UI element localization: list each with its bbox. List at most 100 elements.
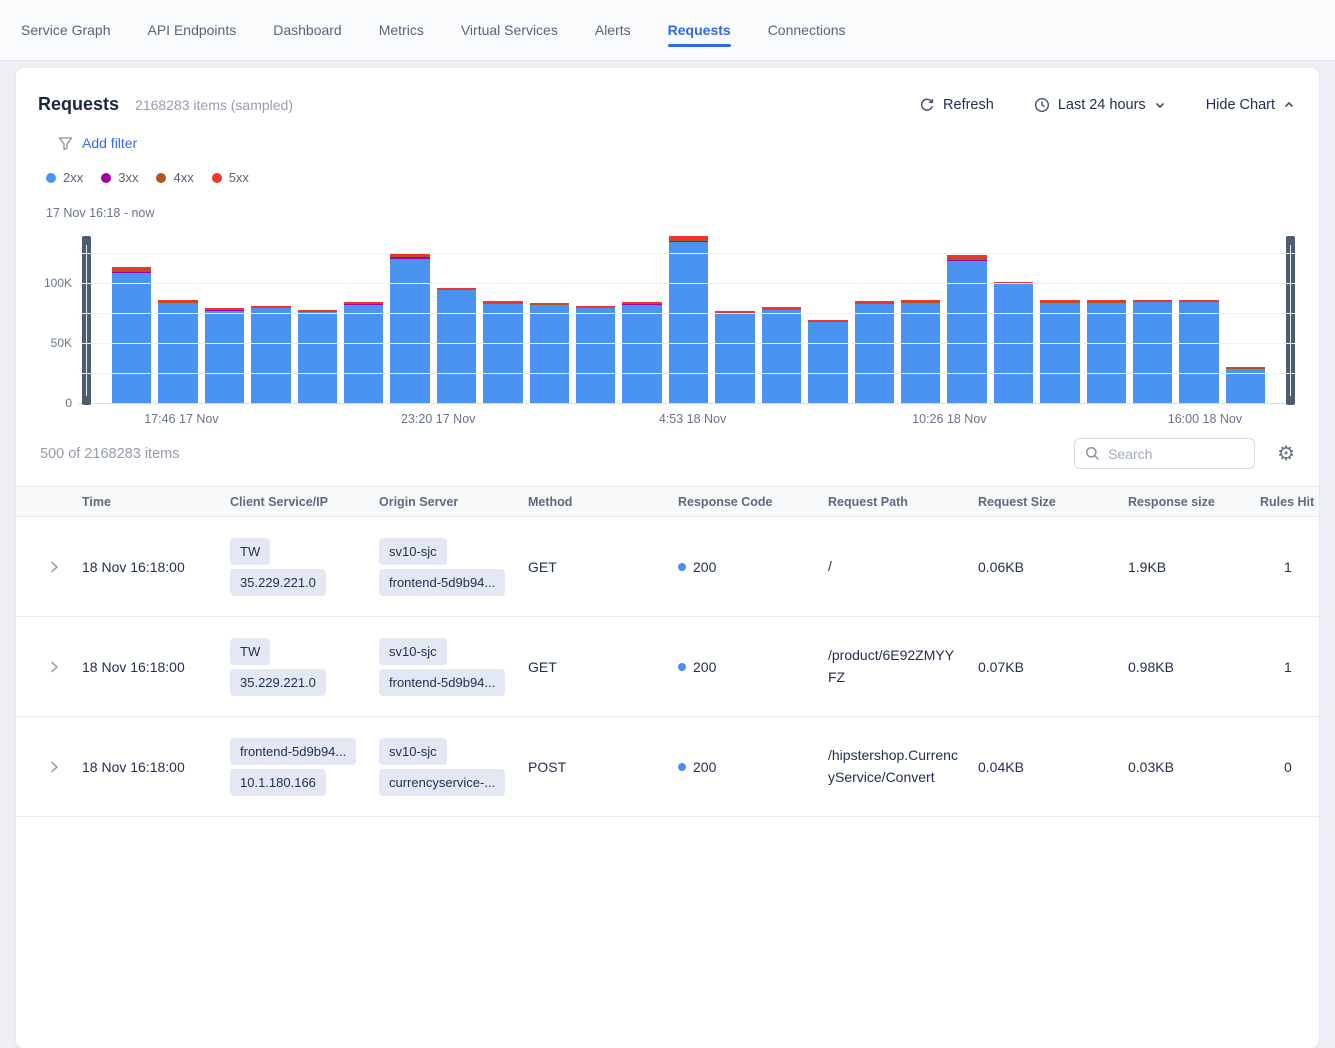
column-header-client-service-ip: Client Service/IP xyxy=(230,495,379,509)
column-header-response-code: Response Code xyxy=(678,495,828,509)
status-2xx-dot xyxy=(678,763,686,771)
chart-bar[interactable] xyxy=(483,236,522,403)
cell-request-size: 0.07KB xyxy=(978,659,1128,675)
cell-client-service-ip: TW35.229.221.0 xyxy=(230,622,379,712)
row-expander[interactable] xyxy=(16,660,82,674)
tab-service-graph[interactable]: Service Graph xyxy=(21,0,110,60)
chart-bar[interactable] xyxy=(298,236,337,403)
items-sampled-label: 2168283 items (sampled) xyxy=(135,97,293,113)
refresh-icon xyxy=(919,97,935,113)
chevron-down-icon xyxy=(1154,99,1166,111)
search-icon xyxy=(1085,446,1100,461)
chart-bar[interactable] xyxy=(437,236,476,403)
table-row[interactable]: 18 Nov 16:18:00TW35.229.221.0sv10-sjcfro… xyxy=(16,617,1319,717)
cell-rules: 1 xyxy=(1260,659,1319,675)
column-header-origin-server: Origin Server xyxy=(379,495,528,509)
refresh-button[interactable]: Refresh xyxy=(919,97,994,113)
bar-segment-2xx xyxy=(1087,303,1126,403)
chevron-right-icon xyxy=(48,760,60,774)
gridline xyxy=(78,373,1295,374)
row-expander[interactable] xyxy=(16,560,82,574)
cell-origin-server: sv10-sjc currencyservice-... xyxy=(379,722,528,812)
client-chip: 35.229.221.0 xyxy=(230,569,326,596)
origin-chip: sv10-sjc xyxy=(379,738,447,765)
chart-bar[interactable] xyxy=(158,236,197,403)
bar-segment-2xx xyxy=(298,312,337,403)
bar-segment-2xx xyxy=(901,303,940,403)
bar-segment-2xx xyxy=(808,322,847,403)
tab-requests[interactable]: Requests xyxy=(668,0,731,60)
cell-response-code: 200 xyxy=(678,559,828,575)
chart-bar[interactable] xyxy=(762,236,801,403)
cell-client-service-ip: frontend-5d9b94...10.1.180.166 xyxy=(230,722,379,812)
tab-connections[interactable]: Connections xyxy=(768,0,846,60)
chart-bar[interactable] xyxy=(576,236,615,403)
chart-bar[interactable] xyxy=(1226,236,1265,403)
cell-response-size: 0.98KB xyxy=(1128,659,1260,675)
chart-bar[interactable] xyxy=(251,236,290,403)
row-expander[interactable] xyxy=(16,760,82,774)
tab-alerts[interactable]: Alerts xyxy=(595,0,631,60)
bar-segment-2xx xyxy=(1226,369,1265,403)
chart-bar[interactable] xyxy=(669,236,708,403)
chart-bar[interactable] xyxy=(1179,236,1218,403)
origin-chip: frontend-5d9b94... xyxy=(379,669,505,696)
legend-item-3xx[interactable]: 3xx xyxy=(101,170,138,185)
table-settings-gear-icon[interactable]: ⚙ xyxy=(1277,444,1295,464)
bar-segment-2xx xyxy=(530,305,569,403)
status-2xx-dot xyxy=(678,563,686,571)
bar-series xyxy=(112,236,1265,403)
chart-bar[interactable] xyxy=(1040,236,1079,403)
tab-metrics[interactable]: Metrics xyxy=(379,0,424,60)
search-box[interactable] xyxy=(1074,438,1255,469)
chart-bar[interactable] xyxy=(112,236,151,403)
chart-bar[interactable] xyxy=(855,236,894,403)
search-input[interactable] xyxy=(1108,446,1244,462)
chart-bar[interactable] xyxy=(1087,236,1126,403)
gridline xyxy=(78,283,1295,284)
top-nav: Service Graph API Endpoints Dashboard Metri… xyxy=(0,0,1335,61)
cell-response-size: 0.03KB xyxy=(1128,759,1260,775)
chart-bar[interactable] xyxy=(622,236,661,403)
chart-bar[interactable] xyxy=(994,236,1033,403)
table-row[interactable]: 18 Nov 16:18:00TW35.229.221.0sv10-sjcfro… xyxy=(16,517,1319,617)
chart-bar[interactable] xyxy=(344,236,383,403)
origin-chip: frontend-5d9b94... xyxy=(379,569,505,596)
chart-bar[interactable] xyxy=(530,236,569,403)
y-axis-label: 0 xyxy=(65,396,72,410)
x-axis-ticks: 17:46 17 Nov23:20 17 Nov4:53 18 Nov10:26… xyxy=(78,404,1295,426)
origin-chip: currencyservice-... xyxy=(379,769,505,796)
bar-segment-2xx xyxy=(622,305,661,403)
table-row[interactable]: 18 Nov 16:18:00frontend-5d9b94...10.1.18… xyxy=(16,717,1319,817)
chart-bar[interactable] xyxy=(947,236,986,403)
tab-dashboard[interactable]: Dashboard xyxy=(273,0,342,60)
legend-label: 5xx xyxy=(229,170,249,185)
time-range-dropdown[interactable]: Last 24 hours xyxy=(1034,97,1166,113)
brush-handle-left[interactable] xyxy=(82,236,91,405)
legend-item-5xx[interactable]: 5xx xyxy=(212,170,249,185)
add-filter-button[interactable]: Add filter xyxy=(58,135,1319,151)
response-code-value: 200 xyxy=(693,559,716,575)
bar-segment-2xx xyxy=(437,290,476,403)
bar-segment-2xx xyxy=(1133,302,1172,403)
cell-response-size: 1.9KB xyxy=(1128,559,1260,575)
brush-handle-right[interactable] xyxy=(1286,236,1295,405)
hide-chart-label: Hide Chart xyxy=(1206,97,1275,113)
chart-bar[interactable] xyxy=(715,236,754,403)
bar-segment-2xx xyxy=(715,314,754,403)
chart-bar[interactable] xyxy=(390,236,429,403)
tab-virtual-services[interactable]: Virtual Services xyxy=(461,0,558,60)
bar-segment-2xx xyxy=(1040,303,1079,403)
column-header-rules-hit: Rules Hit xyxy=(1260,495,1319,509)
chart-bar[interactable] xyxy=(808,236,847,403)
hide-chart-toggle[interactable]: Hide Chart xyxy=(1206,97,1295,113)
items-count-label: 500 of 2168283 items xyxy=(40,446,179,462)
chart-bar[interactable] xyxy=(1133,236,1172,403)
chart-bar[interactable] xyxy=(901,236,940,403)
filter-funnel-icon xyxy=(58,136,73,151)
cell-origin-server: sv10-sjcfrontend-5d9b94... xyxy=(379,622,528,712)
chart-bar[interactable] xyxy=(205,236,244,403)
legend-item-2xx[interactable]: 2xx xyxy=(46,170,83,185)
legend-item-4xx[interactable]: 4xx xyxy=(156,170,193,185)
tab-api-endpoints[interactable]: API Endpoints xyxy=(147,0,236,60)
